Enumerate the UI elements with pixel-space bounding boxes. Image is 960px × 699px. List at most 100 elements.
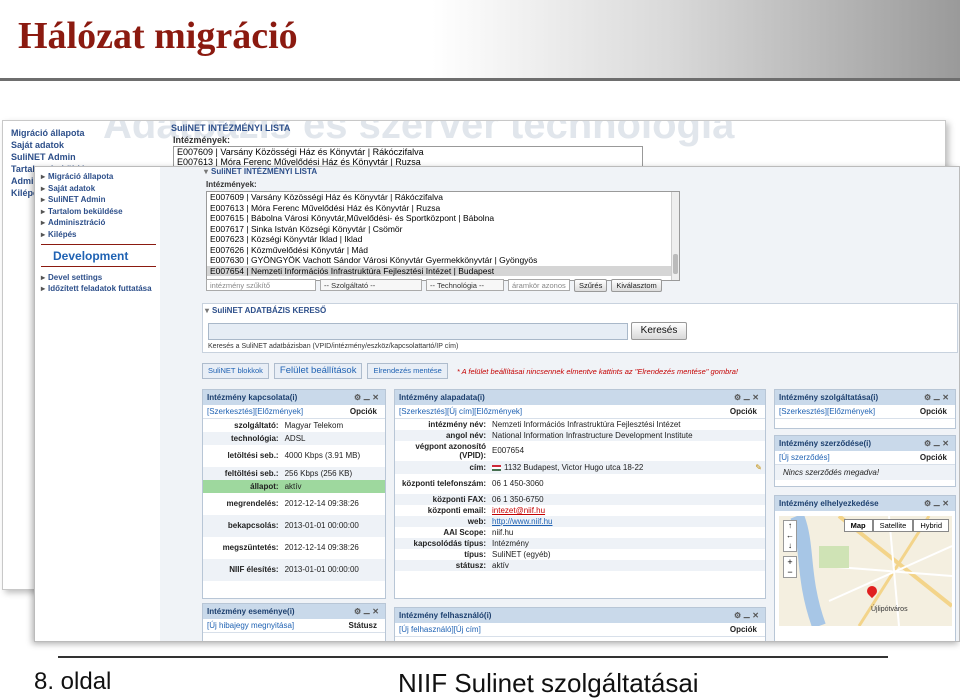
list-option[interactable]: E007613 | Móra Ferenc Művelődési Ház és … xyxy=(207,203,679,214)
panel-title: Intézmény kapcsolata(i) xyxy=(207,393,298,402)
sulinet-blocks-button[interactable]: SuliNET blokkok xyxy=(202,363,269,379)
search-button[interactable]: Keresés xyxy=(631,322,687,340)
panel-controls-icon[interactable]: ⚙⚊✕ xyxy=(734,390,761,405)
panel-controls-icon[interactable]: ⚙⚊✕ xyxy=(924,496,951,511)
panel-header: Intézmény szerződése(i) ⚙⚊✕ xyxy=(775,436,955,451)
field-value: aktív xyxy=(489,560,765,571)
circuit-id-input[interactable]: áramkör azonos xyxy=(508,279,570,291)
address-cell: 1132 Budapest, Victor Hugo utca 18-22 ✎ xyxy=(489,461,765,474)
map-pan-control[interactable]: ↑ ← ↓ xyxy=(783,520,797,552)
filter-button[interactable]: Szűrés xyxy=(574,279,608,292)
history-link[interactable]: [Előzmények] xyxy=(255,407,303,416)
panel-controls-icon[interactable]: ⚙⚊✕ xyxy=(354,604,381,619)
history-link[interactable]: [Előzmények] xyxy=(827,407,875,416)
institution-filter-input[interactable]: intézmény szűkítő xyxy=(206,279,316,291)
unsaved-warning: * A felület beállításai nincsennek elmen… xyxy=(456,366,739,376)
service-select[interactable]: -- Szolgáltató -- xyxy=(320,279,422,291)
status-column: Státusz xyxy=(348,621,377,630)
sidebar-item-content-submit[interactable]: Tartalom beküldése xyxy=(41,206,160,218)
basic-data-panel: Intézmény alapadata(i) ⚙⚊✕ [Szerkesztés]… xyxy=(394,389,766,599)
map-type-map[interactable]: Map xyxy=(843,519,873,532)
field-value: niif.hu xyxy=(492,527,514,537)
sidebar-nav: Migráció állapota Saját adatok SuliNET A… xyxy=(35,167,160,240)
edit-link[interactable]: [Szerkesztés] xyxy=(207,407,255,416)
edit-link[interactable]: [Szerkesztés] xyxy=(399,407,447,416)
development-heading: Development xyxy=(53,249,129,263)
map-type-hybrid[interactable]: Hybrid xyxy=(913,519,949,532)
web-link[interactable]: http://www.niif.hu xyxy=(489,516,765,527)
field-value: 1132 Budapest, Victor Hugo utca 18-22 xyxy=(504,462,644,472)
sidebar-item-logout[interactable]: Kilépés xyxy=(41,229,160,241)
panel-header: Intézmény szolgáltatása(i) ⚙⚊✕ xyxy=(775,390,955,405)
edit-pencil-icon[interactable]: ✎ xyxy=(755,463,762,473)
search-button-label: Keresés xyxy=(640,325,678,336)
flag-icon xyxy=(492,464,501,471)
institutions-label: Intézmények: xyxy=(206,180,257,189)
field-label: központi FAX: xyxy=(395,494,489,505)
back-list-option[interactable]: E007609 | Varsány Közösségi Ház és Könyv… xyxy=(177,147,642,157)
list-option[interactable]: E007626 | Közművelődési Könyvtár | Mád xyxy=(207,245,679,256)
field-label: intézmény név: xyxy=(428,419,486,429)
main-content: SuliNET INTÉZMÉNYI LISTA Intézmények: E0… xyxy=(160,167,959,641)
sidebar-item-own-data[interactable]: Saját adatok xyxy=(41,183,160,195)
search-title[interactable]: SuliNET ADATBÁZIS KERESŐ xyxy=(205,306,326,315)
list-option[interactable]: E007630 | GYÖNGYÖK Vachott Sándor Városi… xyxy=(207,255,679,266)
back-institution-listbox[interactable]: E007609 | Varsány Közösségi Ház és Könyv… xyxy=(173,146,643,168)
technology-select[interactable]: -- Technológia -- xyxy=(426,279,504,291)
options-menu[interactable]: Opciók xyxy=(920,405,947,419)
field-label: feltöltési seb.: xyxy=(203,467,282,480)
sidebar-item-sulinet-admin[interactable]: SuliNET Admin xyxy=(41,194,160,206)
panel-controls-icon[interactable]: ⚙⚊✕ xyxy=(924,390,951,405)
options-menu[interactable]: Opciók xyxy=(730,623,757,637)
new-address-link[interactable]: [Új cím] xyxy=(447,407,474,416)
institution-list-title[interactable]: SuliNET INTÉZMÉNYI LISTA xyxy=(204,167,317,176)
filter-row: intézmény szűkítő -- Szolgáltató -- -- T… xyxy=(206,279,662,292)
field-value: Magyar Telekom xyxy=(284,420,344,430)
location-panel: Intézmény elhelyezkedése ⚙⚊✕ Map Satelli… xyxy=(774,495,956,641)
history-link[interactable]: [Előzmények] xyxy=(474,407,522,416)
no-contract-message: Nincs szerződés megadva! xyxy=(775,465,955,480)
back-nav-item[interactable]: Saját adatok xyxy=(11,139,101,151)
sidebar-item-devel-settings[interactable]: Devel settings xyxy=(41,273,160,283)
email-link[interactable]: intezet@niif.hu xyxy=(489,505,765,516)
panel-controls-icon[interactable]: ⚙⚊✕ xyxy=(354,390,381,405)
options-menu[interactable]: Opciók xyxy=(730,405,757,419)
panel-controls-icon[interactable]: ⚙⚊✕ xyxy=(734,608,761,623)
field-label: kapcsolódás típus: xyxy=(395,538,489,549)
layout-settings-button[interactable]: Felület beállítások xyxy=(273,363,363,379)
list-option[interactable]: E007617 | Sinka István Községi Könyvtár … xyxy=(207,224,679,235)
field-label: angol név: xyxy=(395,430,489,441)
search-input[interactable] xyxy=(208,323,628,340)
options-menu[interactable]: Opciók xyxy=(920,451,947,465)
list-option[interactable]: E007615 | Bábolna Városi Könyvtár,Művelő… xyxy=(207,213,679,224)
slide-title: Hálózat migráció xyxy=(18,15,298,57)
back-nav-item[interactable]: SuliNET Admin xyxy=(11,151,101,163)
list-option-selected[interactable]: E007654 | Nemzeti Információs Infrastruk… xyxy=(207,265,679,276)
sidebar-item-migration-status[interactable]: Migráció állapota xyxy=(41,171,160,183)
field-label: AAI Scope: xyxy=(443,527,486,537)
institution-listbox[interactable]: E007609 | Varsány Közösségi Ház és Könyv… xyxy=(206,191,680,281)
save-layout-button[interactable]: Elrendezés mentése xyxy=(367,363,448,379)
options-menu[interactable]: Opciók xyxy=(350,405,377,419)
back-nav-item[interactable]: Migráció állapota xyxy=(11,127,101,139)
list-option[interactable]: E007609 | Varsány Közösségi Ház és Könyv… xyxy=(207,192,679,203)
sidebar: Migráció állapota Saját adatok SuliNET A… xyxy=(35,167,160,641)
new-address-link[interactable]: [Új cím] xyxy=(454,625,481,634)
new-ticket-link[interactable]: [Új hibajegy megnyitása] xyxy=(207,621,294,630)
map-view[interactable]: Map Satellite Hybrid ↑ ← ↓ + − Újlipótváros xyxy=(779,516,952,626)
sidebar-item-scheduled-tasks[interactable]: Időzített feladatok futtatása xyxy=(41,284,160,294)
panel-title: Intézmény szolgáltatása(i) xyxy=(779,393,879,402)
field-label: cím: xyxy=(395,461,489,474)
listbox-scrollbar[interactable] xyxy=(671,192,679,280)
new-user-link[interactable]: [Új felhasználó] xyxy=(399,625,454,634)
select-button[interactable]: Kiválasztom xyxy=(611,279,662,292)
map-zoom-control[interactable]: + − xyxy=(783,556,797,578)
sidebar-item-administration[interactable]: Adminisztráció xyxy=(41,217,160,229)
list-option[interactable]: E007623 | Községi Könyvtár Iklad | Iklad xyxy=(207,234,679,245)
map-type-satellite[interactable]: Satellite xyxy=(872,519,914,532)
panel-controls-icon[interactable]: ⚙⚊✕ xyxy=(924,436,951,451)
edit-link[interactable]: [Szerkesztés] xyxy=(779,407,827,416)
field-value: E007654 xyxy=(492,446,525,456)
panel-title: Intézmény alapadata(i) xyxy=(399,393,485,402)
new-contract-link[interactable]: [Új szerződés] xyxy=(779,453,830,462)
